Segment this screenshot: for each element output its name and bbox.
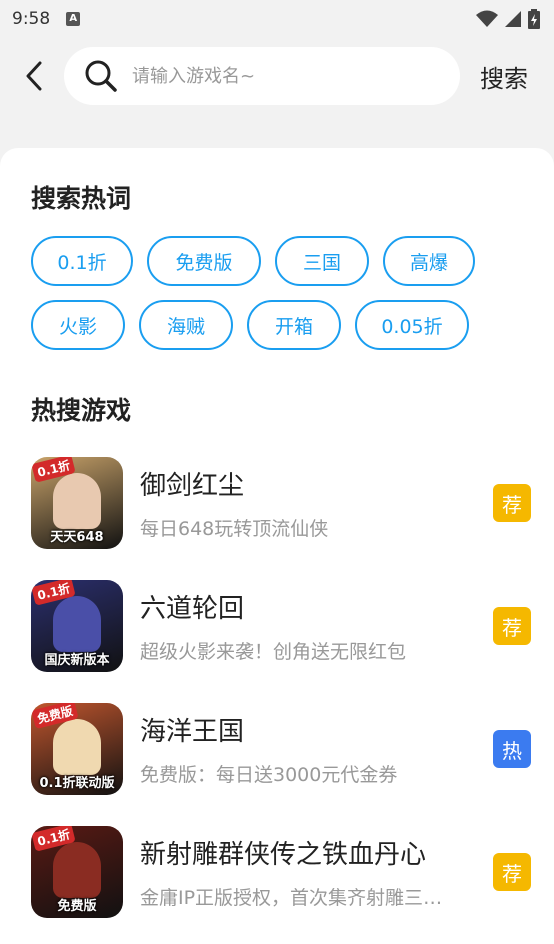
game-desc: 超级火影来袭！创角送无限红包 xyxy=(140,641,407,663)
icon-caption: 天天648 xyxy=(50,530,104,545)
wifi-icon xyxy=(476,10,498,27)
icon-figure xyxy=(53,842,101,898)
icon-figure xyxy=(53,719,101,775)
game-desc: 金庸IP正版授权，首次集齐射雕三部曲 xyxy=(140,887,460,909)
search-input[interactable] xyxy=(132,65,422,87)
search-button[interactable]: 搜索 xyxy=(480,59,528,94)
game-icon: 0.1折 天天648 xyxy=(31,457,123,549)
hot-words-tags: 0.1折 免费版 三国 高爆 火影 海贼 开箱 0.05折 xyxy=(31,236,531,364)
game-icon: 0.1折 国庆新版本 xyxy=(31,580,123,672)
recommend-badge: 荐 xyxy=(493,853,531,891)
game-info: 御剑红尘 每日648玩转顶流仙侠 xyxy=(140,465,470,541)
status-icons xyxy=(476,9,540,29)
hot-words-title: 搜索热词 xyxy=(31,184,132,213)
tag-button[interactable]: 三国 xyxy=(275,236,369,286)
icon-caption: 国庆新版本 xyxy=(44,653,110,668)
search-icon xyxy=(85,60,117,92)
signal-icon xyxy=(505,11,521,27)
tag-button[interactable]: 火影 xyxy=(31,300,125,350)
hot-games-title: 热搜游戏 xyxy=(31,396,132,425)
back-arrow-icon xyxy=(26,61,42,91)
search-row: 搜索 xyxy=(0,46,554,106)
status-time: 9:58 xyxy=(12,9,51,29)
game-item[interactable]: 免费版 0.1折联动版 海洋王国 免费版：每日送3000元代金券 热 xyxy=(31,703,531,795)
tag-row: 火影 海贼 开箱 0.05折 xyxy=(31,300,531,350)
game-item[interactable]: 0.1折 国庆新版本 六道轮回 超级火影来袭！创角送无限红包 荐 xyxy=(31,580,531,672)
game-name: 六道轮回 xyxy=(140,594,245,624)
game-item[interactable]: 0.1折 免费版 新射雕群侠传之铁血丹心 金庸IP正版授权，首次集齐射雕三部曲 … xyxy=(31,826,531,918)
tag-button[interactable]: 海贼 xyxy=(139,300,233,350)
tag-button[interactable]: 开箱 xyxy=(247,300,341,350)
tag-button[interactable]: 0.1折 xyxy=(31,236,133,286)
game-item[interactable]: 0.1折 天天648 御剑红尘 每日648玩转顶流仙侠 荐 xyxy=(31,457,531,549)
tag-button[interactable]: 高爆 xyxy=(383,236,475,286)
notification-icon: A xyxy=(66,12,81,26)
game-desc: 每日648玩转顶流仙侠 xyxy=(140,518,329,540)
icon-figure xyxy=(53,596,101,652)
game-name: 新射雕群侠传之铁血丹心 xyxy=(140,840,427,870)
game-name: 海洋王国 xyxy=(140,717,245,747)
game-name: 御剑红尘 xyxy=(140,471,245,501)
back-button[interactable] xyxy=(14,56,54,96)
game-desc: 免费版：每日送3000元代金券 xyxy=(140,764,398,786)
battery-icon xyxy=(528,9,540,29)
tag-button[interactable]: 0.05折 xyxy=(355,300,469,350)
game-info: 六道轮回 超级火影来袭！创角送无限红包 xyxy=(140,588,470,664)
hot-badge: 热 xyxy=(493,730,531,768)
recommend-badge: 荐 xyxy=(493,484,531,522)
tag-row: 0.1折 免费版 三国 高爆 xyxy=(31,236,531,286)
icon-caption: 0.1折联动版 xyxy=(39,776,115,791)
game-info: 海洋王国 免费版：每日送3000元代金券 xyxy=(140,711,470,787)
game-icon: 免费版 0.1折联动版 xyxy=(31,703,123,795)
recommend-badge: 荐 xyxy=(493,607,531,645)
main-panel: 搜索热词 0.1折 免费版 三国 高爆 火影 海贼 开箱 0.05折 热搜游戏 … xyxy=(0,148,554,944)
icon-figure xyxy=(53,473,101,529)
game-info: 新射雕群侠传之铁血丹心 金庸IP正版授权，首次集齐射雕三部曲 xyxy=(140,834,470,910)
tag-button[interactable]: 免费版 xyxy=(147,236,261,286)
game-icon: 0.1折 免费版 xyxy=(31,826,123,918)
search-box[interactable] xyxy=(64,47,460,105)
status-bar: 9:58 A xyxy=(0,0,554,38)
icon-caption: 免费版 xyxy=(57,899,97,914)
